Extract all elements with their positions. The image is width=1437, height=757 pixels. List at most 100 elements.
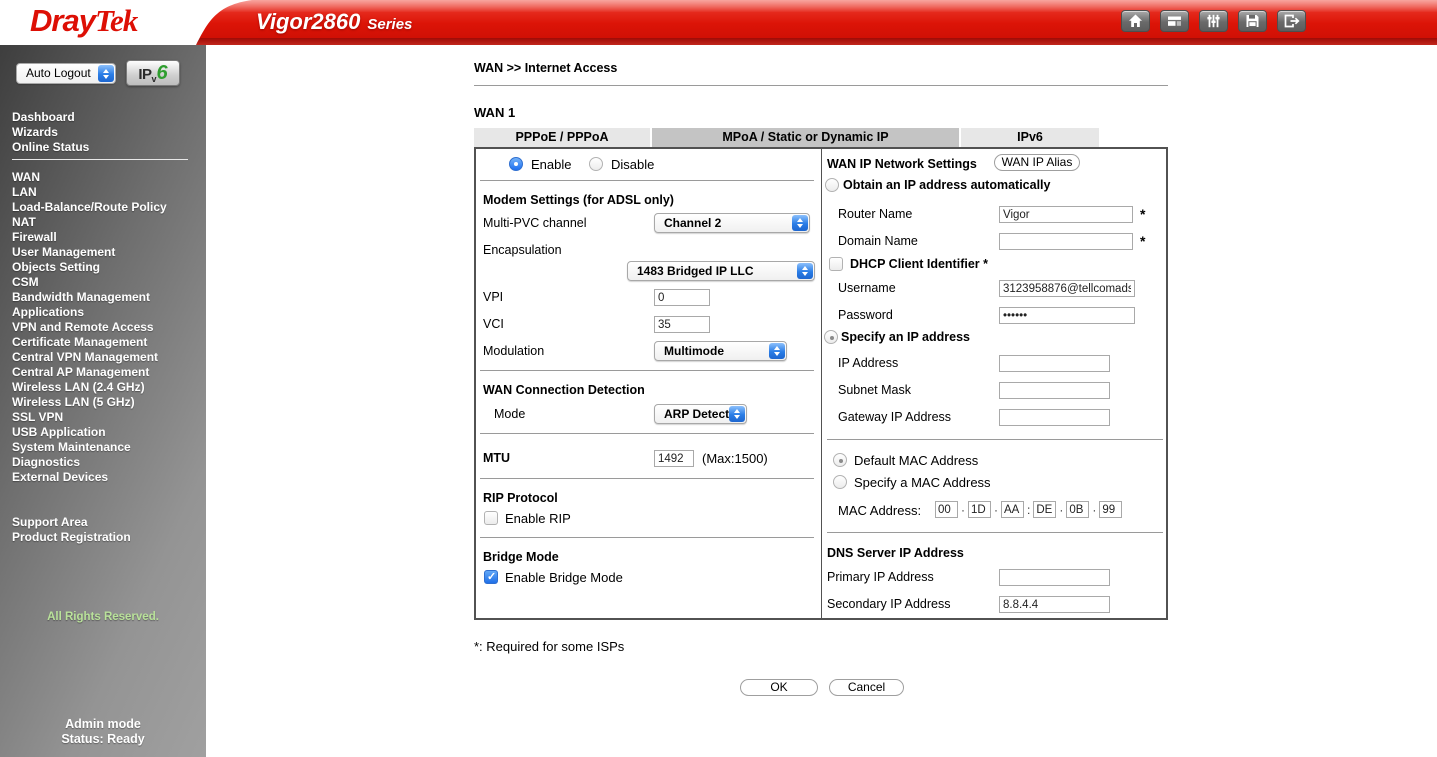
multi-pvc-select[interactable]: Channel 2 <box>654 213 810 233</box>
tab-ipv6[interactable]: IPv6 <box>961 128 1099 147</box>
sidebar-item-certificate-management[interactable]: Certificate Management <box>12 335 167 350</box>
modulation-label: Modulation <box>483 343 544 360</box>
save-icon[interactable] <box>1238 10 1267 32</box>
mtu-input[interactable] <box>654 450 694 467</box>
default-mac-radio[interactable] <box>833 453 847 467</box>
sidebar-item-wireless-lan-5-ghz[interactable]: Wireless LAN (5 GHz) <box>12 395 167 410</box>
mac-octet-input-0[interactable] <box>935 501 958 518</box>
subnet-mask-label: Subnet Mask <box>838 382 911 399</box>
sidebar-item-central-ap-management[interactable]: Central AP Management <box>12 365 167 380</box>
specify-mac-radio[interactable] <box>833 475 847 489</box>
sidebar-item-wan[interactable]: WAN <box>12 170 167 185</box>
sidebar-item-lan[interactable]: LAN <box>12 185 167 200</box>
breadcrumb-rule <box>474 85 1168 86</box>
sidebar-item-external-devices[interactable]: External Devices <box>12 470 167 485</box>
enable-bridge-mode-checkbox[interactable] <box>484 570 498 584</box>
sidebar-item-applications[interactable]: Applications <box>12 305 167 320</box>
divider <box>827 439 1163 440</box>
mac-octet-input-2[interactable] <box>1001 501 1024 518</box>
router-name-input[interactable] <box>999 206 1133 223</box>
sidebar-item-objects-setting[interactable]: Objects Setting <box>12 260 167 275</box>
breadcrumb: WAN >> Internet Access <box>474 61 617 75</box>
cancel-button[interactable]: Cancel <box>829 679 904 696</box>
tab-pppoe-pppoa[interactable]: PPPoE / PPPoA <box>474 128 650 147</box>
dhcp-client-identifier-checkbox[interactable] <box>829 257 843 271</box>
mac-address-inputs: ··:·· <box>935 501 1122 518</box>
sidebar-item-wizards[interactable]: Wizards <box>12 125 89 140</box>
dhcp-client-identifier-label: DHCP Client Identifier * <box>850 256 988 273</box>
settings-sliders-icon[interactable] <box>1199 10 1228 32</box>
sidebar-item-user-management[interactable]: User Management <box>12 245 167 260</box>
select-stepper-icon <box>729 406 745 422</box>
enable-rip-checkbox[interactable] <box>484 511 498 525</box>
sidebar-item-usb-application[interactable]: USB Application <box>12 425 167 440</box>
disable-label: Disable <box>611 156 654 173</box>
select-stepper-icon <box>797 263 813 279</box>
sidebar-divider <box>12 159 188 160</box>
ok-button[interactable]: OK <box>740 679 818 696</box>
sidebar-item-vpn-and-remote-access[interactable]: VPN and Remote Access <box>12 320 167 335</box>
gateway-ip-label: Gateway IP Address <box>838 409 951 426</box>
tab-mpoa-static-dynamic-ip[interactable]: MPoA / Static or Dynamic IP <box>652 128 959 147</box>
mtu-label: MTU <box>483 450 510 467</box>
model-name: Vigor2860 <box>256 9 360 34</box>
sidebar-menu-support: Support AreaProduct Registration <box>12 515 131 545</box>
subnet-mask-input[interactable] <box>999 382 1110 399</box>
sidebar-item-nat[interactable]: NAT <box>12 215 167 230</box>
primary-dns-label: Primary IP Address <box>827 569 934 586</box>
sidebar-item-system-maintenance[interactable]: System Maintenance <box>12 440 167 455</box>
mac-octet-input-1[interactable] <box>968 501 991 518</box>
encapsulation-select[interactable]: 1483 Bridged IP LLC <box>627 261 815 281</box>
mode-value: ARP Detect <box>664 405 729 423</box>
divider <box>827 532 1163 533</box>
modem-settings-column: Enable Disable Modem Settings (for ADSL … <box>476 149 821 618</box>
sidebar-item-bandwidth-management[interactable]: Bandwidth Management <box>12 290 167 305</box>
vci-input[interactable] <box>654 316 710 333</box>
sidebar-item-diagnostics[interactable]: Diagnostics <box>12 455 167 470</box>
divider <box>480 370 814 371</box>
sidebar-item-dashboard[interactable]: Dashboard <box>12 110 89 125</box>
encapsulation-value: 1483 Bridged IP LLC <box>637 262 753 280</box>
obtain-ip-radio[interactable] <box>825 178 839 192</box>
password-input[interactable] <box>999 307 1135 324</box>
status-panel-icon[interactable] <box>1160 10 1189 32</box>
secondary-dns-input[interactable] <box>999 596 1110 613</box>
ipv6-button[interactable]: IPv6 <box>126 60 180 86</box>
sidebar-item-online-status[interactable]: Online Status <box>12 140 89 155</box>
mac-octet-input-4[interactable] <box>1066 501 1089 518</box>
primary-dns-input[interactable] <box>999 569 1110 586</box>
select-stepper-icon <box>98 65 114 82</box>
sidebar-item-load-balance-route-policy[interactable]: Load-Balance/Route Policy <box>12 200 167 215</box>
auto-logout-select[interactable]: Auto Logout <box>16 63 116 84</box>
specify-ip-radio[interactable] <box>824 330 838 344</box>
sidebar-item-wireless-lan-2-4-ghz[interactable]: Wireless LAN (2.4 GHz) <box>12 380 167 395</box>
disable-radio[interactable] <box>589 157 603 171</box>
sidebar-item-central-vpn-management[interactable]: Central VPN Management <box>12 350 167 365</box>
sidebar-item-ssl-vpn[interactable]: SSL VPN <box>12 410 167 425</box>
sidebar-item-product-registration[interactable]: Product Registration <box>12 530 131 545</box>
sidebar-item-firewall[interactable]: Firewall <box>12 230 167 245</box>
dns-server-heading: DNS Server IP Address <box>827 546 964 560</box>
sidebar-menu-top: DashboardWizardsOnline Status <box>12 110 89 155</box>
sidebar-item-support-area[interactable]: Support Area <box>12 515 131 530</box>
mode-label: Mode <box>494 406 525 423</box>
ipv6-ip-text: IP <box>138 66 151 83</box>
mode-select[interactable]: ARP Detect <box>654 404 747 424</box>
sidebar-item-csm[interactable]: CSM <box>12 275 167 290</box>
home-icon[interactable] <box>1121 10 1150 32</box>
router-admin-page: DrayTek Vigor2860Series Auto Logout IPv6… <box>0 0 1437 757</box>
mac-octet-input-5[interactable] <box>1099 501 1122 518</box>
username-input[interactable] <box>999 280 1135 297</box>
mac-octet-input-3[interactable] <box>1033 501 1056 518</box>
gateway-ip-input[interactable] <box>999 409 1110 426</box>
wan-ip-alias-button[interactable]: WAN IP Alias <box>994 154 1080 171</box>
mac-separator: · <box>1059 503 1063 517</box>
domain-name-input[interactable] <box>999 233 1133 250</box>
enable-radio[interactable] <box>509 157 523 171</box>
router-name-label: Router Name <box>838 206 912 223</box>
logout-icon[interactable] <box>1277 10 1306 32</box>
modulation-select[interactable]: Multimode <box>654 341 787 361</box>
mac-separator: : <box>1027 503 1030 517</box>
ip-address-input[interactable] <box>999 355 1110 372</box>
vpi-input[interactable] <box>654 289 710 306</box>
